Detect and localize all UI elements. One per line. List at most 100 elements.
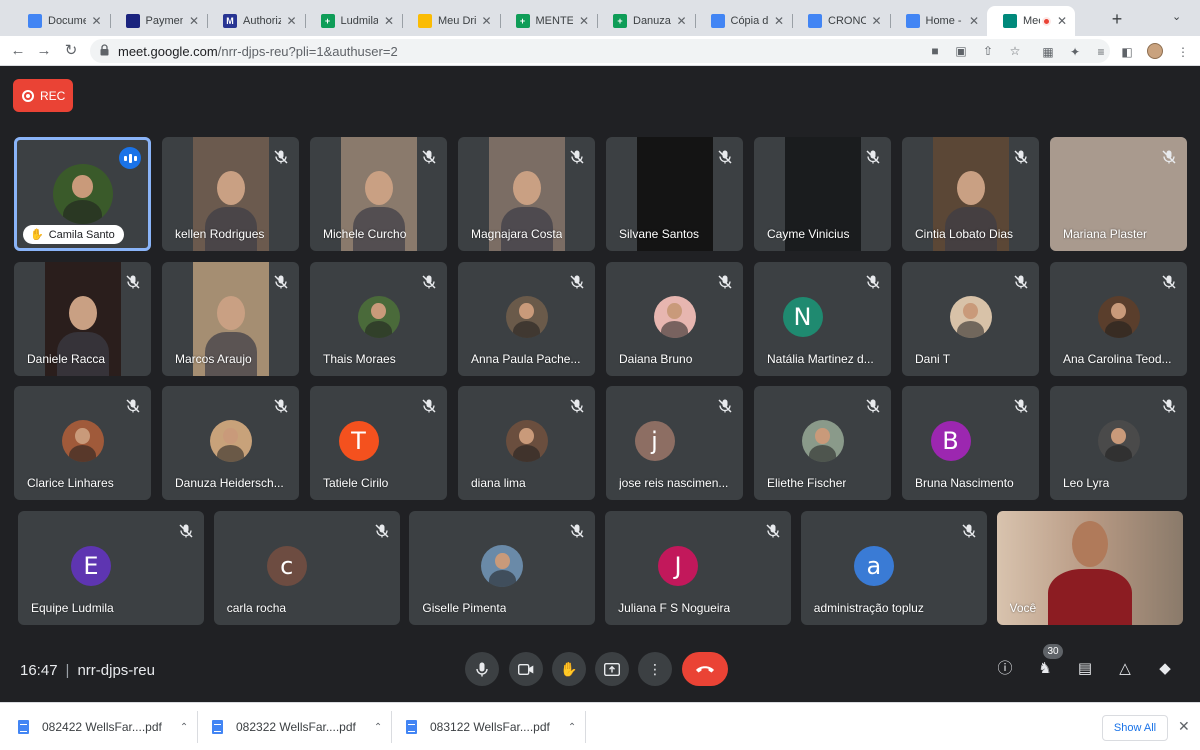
close-tab-icon[interactable]: ✕ [382, 14, 396, 28]
reload-icon[interactable]: ↻ [61, 41, 81, 61]
participant-tile[interactable]: Você [996, 511, 1183, 625]
participant-tile[interactable]: Daniele Racca [14, 261, 151, 376]
google-meet-icon [1003, 14, 1017, 28]
extension-code-icon[interactable]: ▦ [1041, 45, 1055, 59]
participant-tile[interactable]: Cintia Lobato Dias [902, 137, 1039, 251]
download-filename: 083122 WellsFar....pdf [430, 720, 550, 734]
participant-tile[interactable]: Clarice Linhares [14, 386, 151, 500]
participant-tile[interactable]: Magnajara Costa [458, 137, 595, 251]
browser-tab[interactable]: M Authorize ✕ [207, 6, 305, 36]
translate-icon[interactable]: ▣ [954, 44, 968, 58]
video-face [216, 295, 245, 330]
participant-tile[interactable]: J Juliana F S Nogueira [605, 511, 792, 625]
browser-menu-icon[interactable]: ⋮ [1176, 45, 1190, 59]
participant-tile[interactable]: a administração topluz [800, 511, 987, 625]
browser-tab[interactable]: Documen ✕ [12, 6, 110, 36]
raise-hand-button[interactable]: ✋ [552, 652, 586, 686]
forward-arrow-icon[interactable]: → [34, 41, 54, 61]
participant-tile[interactable]: j jose reis nascimen... [606, 386, 743, 500]
present-screen-button[interactable] [595, 652, 629, 686]
browser-tab[interactable]: + MENTE D✕ [500, 6, 598, 36]
browser-tab[interactable]: Meet ✕ [987, 6, 1075, 36]
reading-list-icon[interactable]: ≡ [1094, 45, 1108, 59]
download-item[interactable]: 083122 WellsFar....pdf ⌃ [406, 703, 576, 750]
browser-tab[interactable]: Payment✕ [110, 6, 208, 36]
mic-off-icon [1161, 274, 1177, 290]
side-panel-icon[interactable]: ◧ [1120, 45, 1134, 59]
close-tab-icon[interactable]: ✕ [675, 14, 689, 28]
close-tab-icon[interactable]: ✕ [285, 14, 299, 28]
browser-tabstrip: Documen✕Payment✕MAuthorize✕+Ludmila P✕Me… [0, 0, 1200, 36]
close-tab-icon[interactable]: ✕ [967, 14, 981, 28]
participant-tile[interactable]: ✋ Camila Santo [14, 137, 151, 251]
more-options-button[interactable]: ⋮ [638, 652, 672, 686]
participant-tile[interactable]: Ana Carolina Teod... [1050, 261, 1187, 376]
close-tab-icon[interactable]: ✕ [90, 14, 104, 28]
participant-tile[interactable]: kellen Rodrigues [162, 137, 299, 251]
profile-avatar[interactable] [1147, 43, 1163, 59]
close-downloads-icon[interactable]: ✕ [1178, 718, 1190, 735]
tab-search-chevron-icon[interactable]: ⌄ [1172, 10, 1181, 23]
close-tab-icon[interactable]: ✕ [577, 14, 591, 28]
participant-name: Cayme Vinicius [767, 227, 850, 241]
bookmark-star-icon[interactable]: ☆ [1008, 44, 1022, 58]
browser-tab[interactable]: + Ludmila P✕ [305, 6, 403, 36]
camera-icon[interactable]: ■ [928, 44, 942, 58]
close-tab-icon[interactable]: ✕ [187, 14, 201, 28]
participant-tile[interactable]: N Natália Martinez d... [754, 261, 891, 376]
chat-button[interactable]: ▤ [1074, 658, 1096, 680]
address-bar[interactable]: meet.google.com/nrr-djps-reu?pli=1&authu… [90, 39, 1110, 63]
browser-tab[interactable]: Meu Drive ✕ [402, 6, 500, 36]
chevron-up-icon[interactable]: ⌃ [374, 722, 382, 733]
participant-tile[interactable]: Marcos Araujo [162, 261, 299, 376]
people-button[interactable]: ♞ [1034, 658, 1056, 680]
browser-tab[interactable]: CRONOG ✕ [792, 6, 890, 36]
photo-face [667, 303, 682, 319]
participant-tile[interactable]: Michele Curcho [310, 137, 447, 251]
chevron-up-icon[interactable]: ⌃ [568, 722, 576, 733]
chevron-up-icon[interactable]: ⌃ [180, 722, 188, 733]
more-vert-icon: ⋮ [648, 660, 662, 677]
participant-tile[interactable]: Silvane Santos [606, 137, 743, 251]
chat-icon: ▤ [1077, 660, 1093, 677]
participant-tile[interactable]: Anna Paula Pache... [458, 261, 595, 376]
close-tab-icon[interactable]: ✕ [1055, 14, 1069, 28]
leave-call-button[interactable] [682, 652, 728, 686]
meeting-details-button[interactable]: ⓘ [994, 658, 1016, 680]
browser-tab[interactable]: + Danuza S ✕ [597, 6, 695, 36]
activities-button[interactable]: △ [1114, 658, 1136, 680]
participant-photo-avatar [1097, 420, 1140, 462]
participant-tile[interactable]: Daiana Bruno [606, 261, 743, 376]
back-arrow-icon[interactable]: ← [8, 41, 28, 61]
participant-tile[interactable]: Dani T [902, 261, 1039, 376]
show-all-button[interactable]: Show All [1102, 715, 1168, 741]
extensions-puzzle-icon[interactable]: ✦ [1068, 45, 1082, 59]
download-item[interactable]: 082422 WellsFar....pdf ⌃ [18, 703, 188, 750]
participant-tile[interactable]: T Tatiele Cirilo [310, 386, 447, 500]
browser-tab[interactable]: Home - C✕ [890, 6, 988, 36]
participant-tile[interactable]: B Bruna Nascimento [902, 386, 1039, 500]
participant-tile[interactable]: E Equipe Ludmila [18, 511, 204, 625]
participant-tile[interactable]: diana lima [458, 386, 595, 500]
participant-tile[interactable]: Mariana Plaster [1050, 137, 1187, 251]
participant-photo-avatar [52, 164, 113, 224]
download-item[interactable]: 082322 WellsFar....pdf ⌃ [212, 703, 382, 750]
participant-tile[interactable]: Eliethe Fischer [754, 386, 891, 500]
participant-tile[interactable]: Thais Moraes [310, 261, 447, 376]
microphone-button[interactable] [465, 652, 499, 686]
close-tab-icon[interactable]: ✕ [870, 14, 884, 28]
browser-tab[interactable]: Cópia de✕ [695, 6, 793, 36]
share-icon[interactable]: ⇧ [981, 44, 995, 58]
photo-face [223, 427, 238, 444]
new-tab-icon[interactable]: + [1108, 10, 1126, 28]
participant-tile[interactable]: Cayme Vinicius [754, 137, 891, 251]
participant-tile[interactable]: Giselle Pimenta [409, 511, 596, 625]
host-controls-button[interactable]: ◆ [1154, 658, 1176, 680]
close-tab-icon[interactable]: ✕ [772, 14, 786, 28]
participant-name: Cintia Lobato Dias [915, 227, 1014, 241]
participant-tile[interactable]: c carla rocha [213, 511, 400, 625]
participant-tile[interactable]: Danuza Heidersch... [162, 386, 299, 500]
close-tab-icon[interactable]: ✕ [480, 14, 494, 28]
camera-button[interactable] [509, 652, 543, 686]
participant-tile[interactable]: Leo Lyra [1050, 386, 1187, 500]
